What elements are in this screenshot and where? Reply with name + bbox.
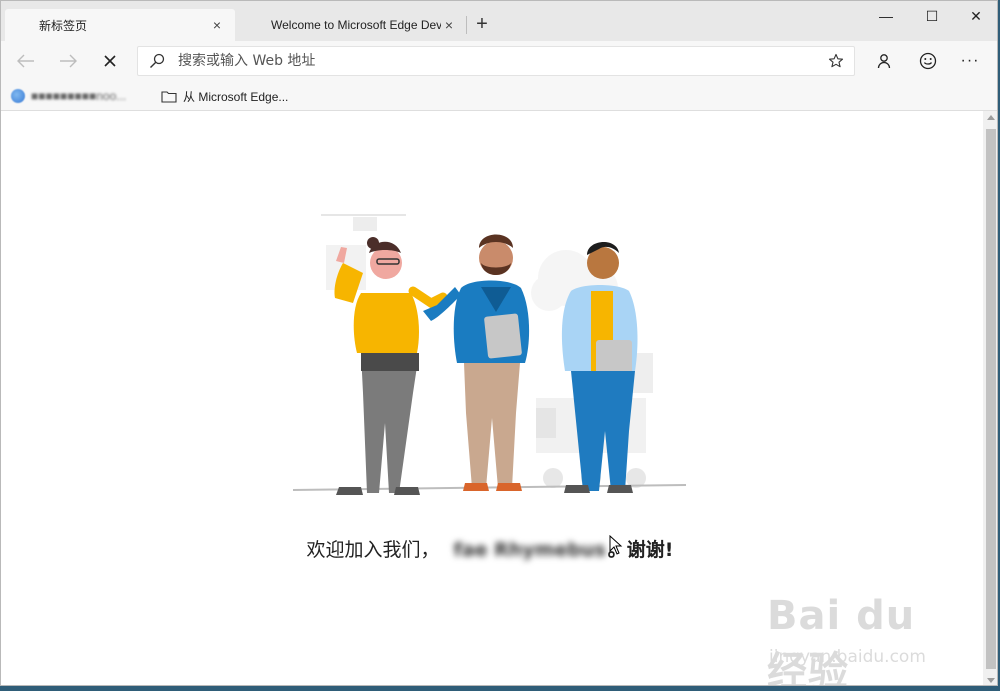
tab-title: 新标签页 [39, 18, 88, 33]
favorite-star-icon[interactable] [818, 53, 854, 69]
scroll-up-arrow-icon[interactable] [987, 115, 995, 120]
scroll-down-arrow-icon[interactable] [987, 678, 995, 683]
tab-new-tab-page[interactable]: 新标签页 × [5, 9, 235, 41]
welcome-prefix: 欢迎加入我们， [306, 539, 440, 561]
arrow-right-icon [60, 54, 77, 68]
scrollbar-thumb[interactable] [986, 129, 996, 669]
tab-strip: 新标签页 × Welcome to Microsoft Edge Dev × +… [1, 1, 997, 41]
address-input[interactable] [176, 47, 818, 75]
profile-button[interactable] [869, 47, 899, 75]
forward-button[interactable] [53, 47, 83, 75]
mouse-cursor-icon [609, 535, 623, 555]
favorite-label: 从 Microsoft Edge... [183, 89, 289, 104]
arrow-left-icon [17, 54, 34, 68]
feedback-button[interactable] [913, 47, 943, 75]
new-tab-button[interactable]: + [471, 13, 493, 35]
site-favicon-icon [11, 89, 25, 103]
browser-window: 新标签页 × Welcome to Microsoft Edge Dev × +… [0, 0, 998, 686]
search-icon [138, 53, 176, 69]
watermark-brand: Bai du 经验 [767, 593, 916, 686]
stop-x-icon [104, 55, 116, 67]
favorite-label: ■■■■■■■■■noo... [31, 89, 127, 103]
tab-title: Welcome to Microsoft Edge Dev [271, 18, 441, 32]
close-window-button[interactable]: ✕ [953, 1, 997, 31]
minimize-button[interactable]: — [863, 1, 909, 31]
welcome-illustration [292, 214, 687, 495]
vertical-scrollbar[interactable] [983, 111, 997, 685]
back-button[interactable] [11, 47, 41, 75]
settings-more-button[interactable]: ··· [955, 47, 985, 75]
favorites-bar: ■■■■■■■■■noo... 从 Microsoft Edge... [1, 81, 997, 111]
person-woman [334, 237, 448, 495]
navigation-bar: ··· [1, 41, 997, 81]
close-tab-icon[interactable]: × [209, 17, 225, 33]
folder-icon [161, 90, 177, 103]
tab-divider [466, 16, 467, 34]
watermark-url: jingyan.baidu.com [769, 647, 926, 667]
smiley-icon [919, 52, 937, 70]
user-name: fae Rhymebus [453, 539, 606, 561]
stop-loading-button[interactable] [95, 47, 125, 75]
favorite-folder[interactable]: 从 Microsoft Edge... [161, 86, 288, 106]
welcome-message: 欢迎加入我们， fae Rhymebus 。谢谢! [1, 535, 979, 562]
maximize-button[interactable]: ☐ [909, 1, 955, 31]
baidu-jingyan-watermark: Bai du 经验 jingyan.baidu.com [767, 583, 957, 685]
close-tab-icon[interactable]: × [441, 17, 457, 33]
favorite-item[interactable]: ■■■■■■■■■noo... [11, 86, 126, 106]
person-man-center [423, 234, 530, 491]
tab-welcome-edge-dev[interactable]: Welcome to Microsoft Edge Dev × [237, 9, 467, 41]
address-bar[interactable] [137, 46, 855, 76]
person-icon [877, 54, 891, 69]
